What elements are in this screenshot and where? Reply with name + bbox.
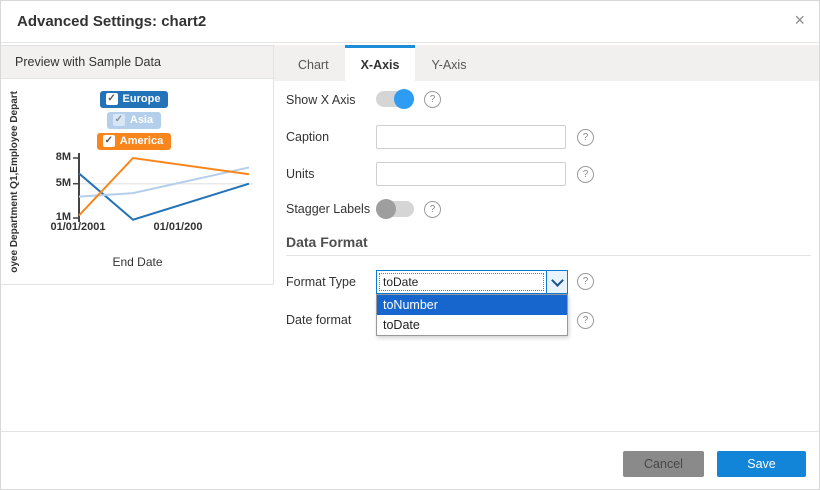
dropdown-option-todate[interactable]: toDate [377,315,567,335]
format-type-label: Format Type [286,275,356,289]
format-type-select[interactable]: toDate [376,270,568,294]
stagger-labels-toggle[interactable] [376,199,414,219]
tab-bar: ChartX-AxisY-Axis [274,45,819,81]
tab-y-axis[interactable]: Y-Axis [415,45,482,81]
chart-area: oyee Department Q1,Employee Depart ✓Euro… [1,79,274,284]
legend-item-asia[interactable]: ✓ Asia [107,112,161,129]
checkbox-icon: ✓ [113,114,125,126]
save-button[interactable]: Save [717,451,806,477]
legend-label: America [120,135,163,147]
dialog-title: Advanced Settings: chart2 [17,13,206,30]
legend-label: Europe [123,93,161,105]
section-divider [286,255,811,256]
format-type-help-icon[interactable]: ? [577,273,594,290]
series-line-europe [79,173,249,219]
units-help-icon[interactable]: ? [577,166,594,183]
toggle-knob [394,89,414,109]
legend-label: Asia [130,114,153,126]
y-tick-label: 8M [41,151,71,163]
preview-panel: Preview with Sample Data oyee Department… [1,45,274,285]
x-tick-label: 01/01/200 [123,221,233,233]
format-type-selected-value: toDate [379,273,544,291]
dropdown-option-tonumber[interactable]: toNumber [377,295,567,315]
dialog-titlebar: Advanced Settings: chart2 × [1,1,819,43]
legend-item-europe[interactable]: ✓ Europe [100,91,169,108]
cancel-button[interactable]: Cancel [623,451,704,477]
preview-header: Preview with Sample Data [1,46,273,79]
show-x-axis-toggle[interactable] [376,89,414,109]
stagger-labels-label: Stagger Labels [286,202,370,216]
select-arrow-button[interactable] [546,271,567,293]
tab-chart[interactable]: Chart [282,45,345,81]
date-format-help-icon[interactable]: ? [577,312,594,329]
chart-x-axis-title: End Date [1,255,274,269]
caption-input[interactable] [376,125,566,149]
x-tick-label: 01/01/2001 [23,221,133,233]
tab-x-axis[interactable]: X-Axis [345,45,416,81]
close-icon[interactable]: × [794,10,805,30]
advanced-settings-dialog: Advanced Settings: chart2 × Preview with… [0,0,820,490]
chevron-down-icon [551,274,564,287]
stagger-labels-help-icon[interactable]: ? [424,201,441,218]
units-input[interactable] [376,162,566,186]
caption-help-icon[interactable]: ? [577,129,594,146]
caption-label: Caption [286,130,329,144]
chart-legend: ✓ Europe ✓ Asia ✓ America [64,91,204,150]
legend-item-america[interactable]: ✓ America [97,133,171,150]
units-label: Units [286,167,314,181]
footer-divider [1,431,819,432]
show-x-axis-label: Show X Axis [286,93,355,107]
date-format-label: Date format [286,313,351,327]
format-type-dropdown: toNumbertoDate [376,294,568,336]
data-format-section-heading: Data Format [286,234,368,250]
toggle-knob [376,199,396,219]
y-tick-label: 5M [41,177,71,189]
checkbox-icon: ✓ [106,93,118,105]
show-x-axis-help-icon[interactable]: ? [424,91,441,108]
checkbox-icon: ✓ [103,135,115,147]
